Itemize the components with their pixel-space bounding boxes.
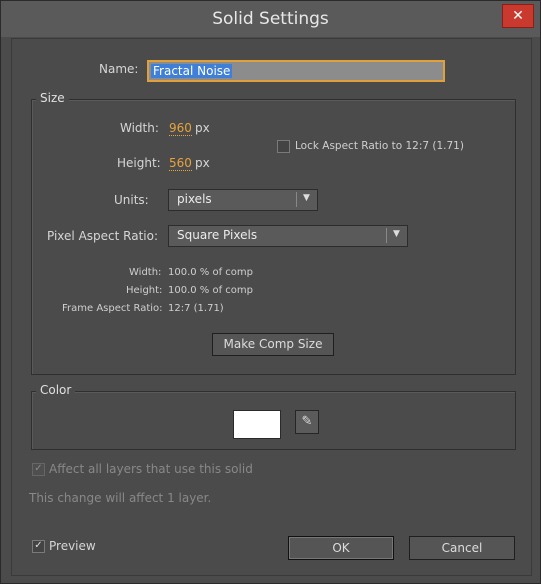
affect-all-layers-label: Affect all layers that use this solid (49, 462, 253, 476)
height-unit: px (195, 156, 210, 170)
info-height-value: 100.0 % of comp (168, 285, 254, 296)
cancel-button[interactable]: Cancel (409, 536, 515, 560)
frame-aspect-ratio-value: 12:7 (1.71) (168, 303, 224, 314)
close-icon: ✕ (512, 8, 524, 24)
info-width-label: Width: (129, 267, 162, 278)
affect-note: This change will affect 1 layer. (29, 491, 212, 505)
height-value[interactable]: 560 (169, 156, 192, 171)
width-unit: px (195, 121, 210, 135)
eyedropper-button[interactable]: ✎ (295, 410, 319, 434)
pixel-aspect-ratio-dropdown[interactable]: Square Pixels ▼ (168, 225, 408, 247)
units-dropdown[interactable]: pixels ▼ (168, 189, 318, 211)
affect-all-layers-checkbox[interactable]: ✓ (32, 463, 45, 476)
info-height-label: Height: (126, 285, 163, 296)
title-bar: Solid Settings ✕ (1, 1, 540, 37)
pixel-aspect-ratio-value: Square Pixels (177, 228, 258, 242)
dialog-body: Name: Fractal Noise Size Width: 960 px H… (11, 38, 532, 576)
preview-checkbox[interactable]: ✓ (32, 540, 45, 553)
name-value: Fractal Noise (151, 64, 233, 78)
eyedropper-icon: ✎ (301, 414, 313, 429)
frame-aspect-ratio-label: Frame Aspect Ratio: (62, 303, 163, 314)
color-legend: Color (36, 383, 76, 397)
units-value: pixels (177, 192, 212, 206)
ok-button[interactable]: OK (288, 536, 394, 560)
preview-label: Preview (49, 539, 96, 553)
checkmark-icon: ✓ (34, 463, 43, 474)
color-swatch[interactable] (233, 410, 281, 439)
lock-aspect-label: Lock Aspect Ratio to 12:7 (1.71) (295, 140, 464, 152)
info-width-value: 100.0 % of comp (168, 267, 254, 278)
units-label: Units: (114, 193, 149, 207)
width-label: Width: (120, 121, 159, 135)
chevron-down-icon: ▼ (393, 229, 400, 239)
make-comp-size-button[interactable]: Make Comp Size (212, 333, 334, 356)
checkmark-icon: ✓ (34, 540, 43, 551)
solid-settings-window: Solid Settings ✕ Name: Fractal Noise Siz… (0, 0, 541, 584)
width-value[interactable]: 960 (169, 121, 192, 136)
pixel-aspect-ratio-label: Pixel Aspect Ratio: (47, 229, 158, 243)
name-label: Name: (99, 62, 139, 76)
size-legend: Size (36, 91, 69, 105)
height-label: Height: (117, 156, 161, 170)
chevron-down-icon: ▼ (303, 193, 310, 203)
lock-aspect-checkbox[interactable] (277, 140, 290, 153)
window-title: Solid Settings (212, 9, 329, 29)
name-input[interactable]: Fractal Noise (147, 60, 445, 82)
close-button[interactable]: ✕ (502, 4, 534, 28)
